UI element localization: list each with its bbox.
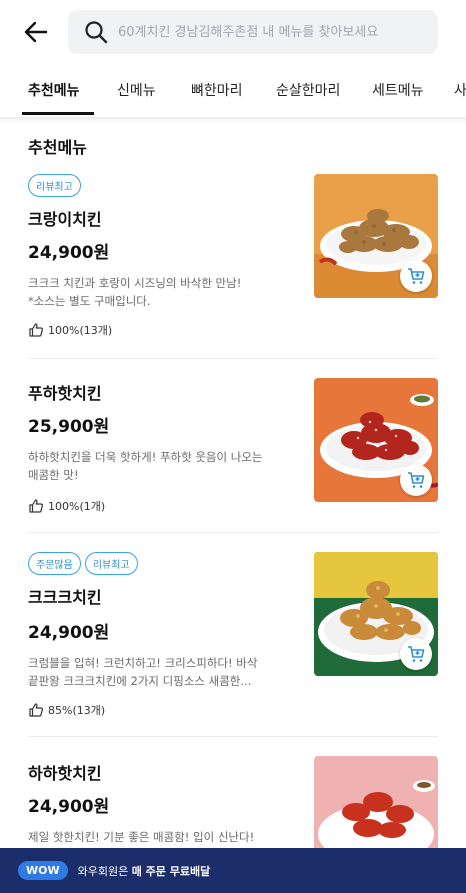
thumbs-up-icon xyxy=(29,323,43,337)
active-tab-indicator xyxy=(22,112,94,115)
search-bar[interactable] xyxy=(68,10,438,54)
wow-badge: WOW xyxy=(18,861,68,880)
cart-add-icon xyxy=(408,646,425,662)
badge-review-best: 리뷰최고 xyxy=(28,174,81,197)
add-to-cart-button[interactable] xyxy=(400,464,432,496)
menu-item-name: 푸하핫치킨 xyxy=(28,384,102,403)
menu-item-rating: 100%(1개) xyxy=(28,498,105,514)
category-tabs: 추천메뉴 신메뉴 뼈한마리 순살한마리 세트메뉴 사 xyxy=(0,64,466,118)
menu-item-description: 크크크 치킨과 호랑이 시즈닝의 바삭한 만남! *소스는 별도 구매입니다. xyxy=(28,276,242,308)
item-divider xyxy=(28,358,438,359)
menu-item-rating: 100%(13개) xyxy=(28,322,112,338)
thumbs-up-icon xyxy=(29,499,43,513)
cart-add-icon xyxy=(408,472,425,488)
item-divider xyxy=(28,532,438,533)
menu-item-price: 24,900원 xyxy=(28,243,110,263)
add-to-cart-button[interactable] xyxy=(400,638,432,670)
add-to-cart-button[interactable] xyxy=(400,260,432,292)
menu-item-description: 하하핫치킨을 더욱 핫하게! 푸하핫 웃음이 나오는 매콤한 맛! xyxy=(28,450,263,482)
badge-review-best: 리뷰최고 xyxy=(84,552,138,575)
item-divider xyxy=(28,736,438,737)
menu-item-name: 하하핫치킨 xyxy=(28,764,102,783)
menu-item-image[interactable] xyxy=(314,378,438,502)
menu-item-description: 크럼블을 입혀! 크런치하고! 크리스피하다! 바삭 끝판왕 크크크치킨에 2가지… xyxy=(28,656,258,688)
banner-text: 와우회원은 매 주문 무료배달 xyxy=(77,864,211,878)
badge-group: 리뷰최고 xyxy=(28,174,81,197)
tab-new[interactable]: 신메뉴 xyxy=(117,80,156,100)
cart-add-icon xyxy=(408,268,425,284)
tabs-divider xyxy=(0,117,466,123)
section-title: 추천메뉴 xyxy=(28,138,87,157)
search-icon xyxy=(85,21,108,44)
menu-item-rating: 85%(13개) xyxy=(28,702,105,718)
search-input[interactable] xyxy=(118,24,438,40)
header xyxy=(0,0,466,64)
tab-more[interactable]: 사 xyxy=(454,80,466,100)
badge-most-ordered: 주문많음 xyxy=(28,552,81,575)
thumbs-up-icon xyxy=(29,703,43,717)
menu-item-price: 24,900원 xyxy=(28,797,110,817)
menu-item-price: 25,900원 xyxy=(28,417,110,437)
badge-group: 주문많음 리뷰최고 xyxy=(28,552,138,575)
tab-bone-whole[interactable]: 뼈한마리 xyxy=(191,80,243,100)
menu-item-image[interactable] xyxy=(314,552,438,676)
menu-item-image[interactable] xyxy=(314,174,438,298)
menu-item-name: 크랑이치킨 xyxy=(28,210,102,229)
tab-set-menu[interactable]: 세트메뉴 xyxy=(372,80,424,100)
menu-item-price: 24,900원 xyxy=(28,623,110,643)
menu-item-name: 크크크치킨 xyxy=(28,588,102,607)
back-arrow-icon[interactable] xyxy=(22,18,50,46)
membership-banner[interactable]: WOW 와우회원은 매 주문 무료배달 xyxy=(0,848,466,893)
tab-recommended[interactable]: 추천메뉴 xyxy=(28,80,80,100)
menu-item-description: 제일 핫한치킨! 기분 좋은 매콤함! 입이 신난다! xyxy=(28,830,255,844)
tab-boneless-whole[interactable]: 순살한마리 xyxy=(276,80,340,100)
